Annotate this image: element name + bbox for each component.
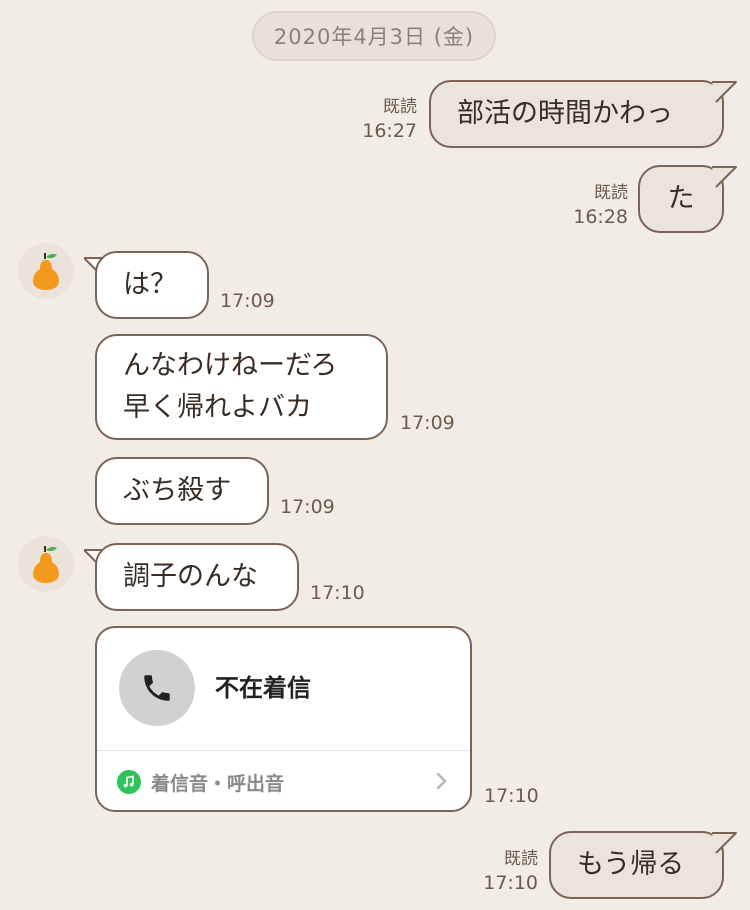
message-time: 17:09 <box>400 412 455 434</box>
read-receipt: 既読 17:10 <box>483 848 538 896</box>
message-time: 17:10 <box>484 785 539 807</box>
read-receipt: 既読 16:27 <box>362 96 417 144</box>
sender-avatar[interactable] <box>18 536 74 592</box>
message-time: 17:10 <box>310 582 365 604</box>
message-text-line-1: んなわけねーだろ <box>123 350 338 381</box>
read-label: 既読 <box>504 849 538 869</box>
read-label: 既読 <box>594 183 628 203</box>
message-bubble-incoming[interactable]: 調子のんな <box>95 543 299 611</box>
message-bubble-incoming[interactable]: は？ <box>95 251 209 319</box>
bubble-tail <box>712 831 738 855</box>
message-bubble-incoming[interactable]: ぶち殺す <box>95 457 269 525</box>
message-bubble-outgoing[interactable]: もう帰る <box>549 831 724 899</box>
phone-icon <box>119 650 195 726</box>
message-text: た <box>667 183 695 214</box>
read-label: 既読 <box>383 97 417 117</box>
ringtone-label: 着信音・呼出音 <box>151 773 285 795</box>
music-note-icon <box>117 770 141 794</box>
message-text: もう帰る <box>577 849 685 880</box>
message-text: 部活の時間かわっ <box>457 98 673 129</box>
sender-avatar[interactable] <box>18 243 74 299</box>
message-text: ぶち殺す <box>123 475 232 506</box>
message-time: 17:09 <box>280 496 335 518</box>
missed-call-header[interactable]: 不在着信 <box>97 628 470 750</box>
ringtone-link[interactable]: 着信音・呼出音 <box>97 751 470 810</box>
message-time: 16:27 <box>362 120 417 142</box>
message-time: 17:10 <box>483 872 538 894</box>
missed-call-card[interactable]: 不在着信 着信音・呼出音 <box>95 626 472 812</box>
message-text: 調子のんな <box>123 561 258 592</box>
bubble-tail <box>712 80 738 104</box>
chevron-right-icon <box>436 771 448 795</box>
missed-call-title: 不在着信 <box>215 674 311 702</box>
message-text: は？ <box>123 269 177 300</box>
message-text-line-2: 早く帰れよバカ <box>123 392 312 423</box>
message-time: 16:28 <box>573 206 628 228</box>
pear-icon <box>33 546 59 583</box>
bubble-tail <box>712 165 738 189</box>
pear-icon <box>33 253 59 290</box>
read-receipt: 既読 16:28 <box>573 182 628 230</box>
message-bubble-incoming[interactable]: んなわけねーだろ 早く帰れよバカ <box>95 334 388 440</box>
message-bubble-outgoing[interactable]: 部活の時間かわっ <box>429 80 724 148</box>
date-separator: 2020年4月3日 (金) <box>252 11 496 61</box>
message-time: 17:09 <box>220 290 275 312</box>
